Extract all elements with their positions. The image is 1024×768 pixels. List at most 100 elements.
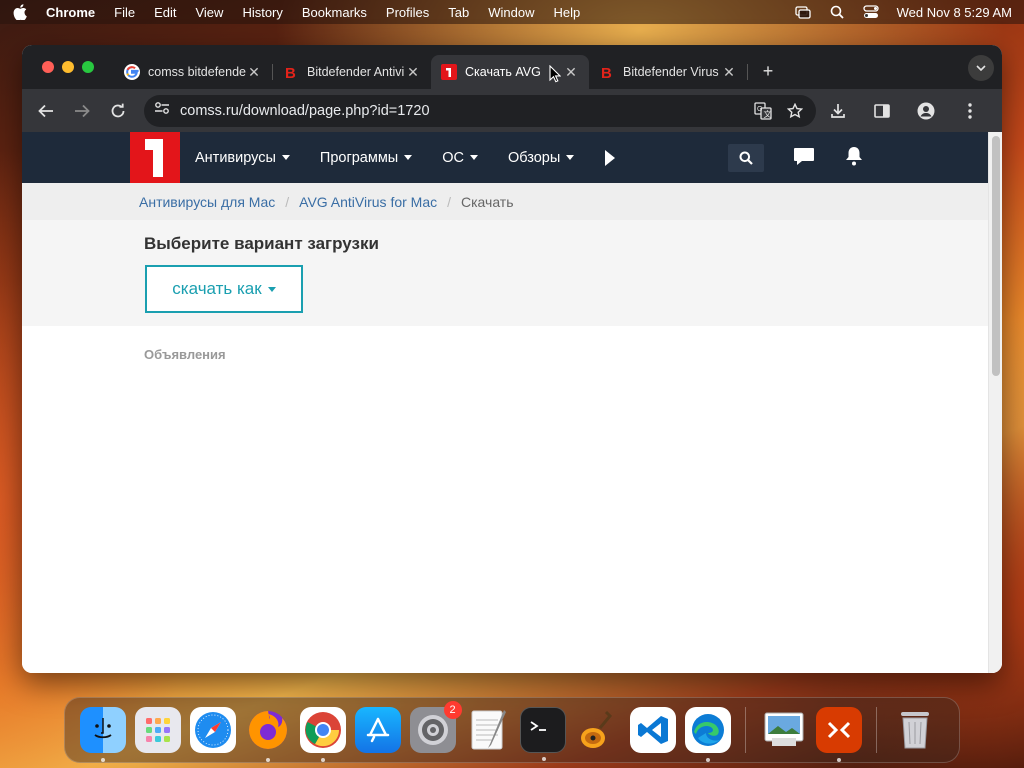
nav-os-label: ОС xyxy=(442,149,464,166)
nav-programs[interactable]: Программы xyxy=(320,150,413,166)
mouse-cursor-icon xyxy=(549,65,561,83)
site-search-button[interactable] xyxy=(728,144,764,172)
menu-app-name[interactable]: Chrome xyxy=(46,5,95,20)
dock-app-store-icon[interactable] xyxy=(354,707,401,753)
tab-bitdefender-virus[interactable]: B Bitdefender Virus ✕ xyxy=(589,55,747,89)
menu-bar: Chrome File Edit View History Bookmarks … xyxy=(0,0,1024,24)
download-heading: Выберите вариант загрузки xyxy=(144,234,379,253)
caret-down-icon xyxy=(469,155,478,160)
close-tab-icon[interactable]: ✕ xyxy=(721,64,737,80)
dock-vscode-icon[interactable] xyxy=(629,707,676,753)
side-panel-icon xyxy=(874,103,890,118)
spotlight-search-icon[interactable] xyxy=(829,5,845,19)
bookmark-star-icon[interactable] xyxy=(784,100,806,122)
bitdefender-icon: B xyxy=(283,64,299,80)
running-indicator xyxy=(705,758,710,762)
dock-safari-icon[interactable] xyxy=(189,707,236,753)
dock-finder-icon[interactable] xyxy=(79,707,126,762)
svg-text:文: 文 xyxy=(764,109,772,119)
breadcrumb-current: Скачать xyxy=(461,193,514,210)
caret-down-icon xyxy=(281,155,290,160)
dock-terminal-icon[interactable] xyxy=(519,707,566,761)
dock-separator xyxy=(876,707,877,753)
dock-edge-icon[interactable] xyxy=(684,707,731,762)
control-center-icon[interactable] xyxy=(862,5,879,19)
back-button[interactable] xyxy=(32,97,60,125)
menu-file[interactable]: File xyxy=(114,5,135,20)
chevron-down-icon xyxy=(976,65,986,71)
search-icon xyxy=(739,151,753,165)
zoom-window-button[interactable] xyxy=(82,61,94,73)
menu-window[interactable]: Window xyxy=(488,5,534,20)
tab-separator xyxy=(747,64,748,80)
tab-bitdefender-antivirus[interactable]: B Bitdefender Antivirus ✕ xyxy=(273,55,431,89)
bitdefender-icon: B xyxy=(599,64,615,80)
tab-search-button[interactable] xyxy=(968,55,994,81)
download-as-button[interactable]: скачать как xyxy=(145,265,303,313)
svg-text:B: B xyxy=(601,65,612,80)
dock-textedit-icon[interactable] xyxy=(465,707,511,753)
dock-firefox-icon[interactable] xyxy=(245,707,291,762)
minimize-window-button[interactable] xyxy=(62,61,74,73)
scrollbar-thumb[interactable] xyxy=(992,136,1000,376)
side-panel-button[interactable] xyxy=(868,97,896,125)
forward-button[interactable] xyxy=(68,97,96,125)
apple-menu-icon[interactable] xyxy=(12,4,28,20)
profile-button[interactable] xyxy=(912,97,940,125)
close-tab-icon[interactable]: ✕ xyxy=(246,64,262,80)
dock-remote-desktop-icon[interactable] xyxy=(815,707,862,762)
dock-launchpad-icon[interactable] xyxy=(134,707,181,753)
menubar-clock[interactable]: Wed Nov 8 5:29 AM xyxy=(897,5,1012,20)
dock-system-settings-icon[interactable]: 2 xyxy=(409,701,462,753)
menu-history[interactable]: History xyxy=(242,5,282,20)
page-scrollbar[interactable] xyxy=(988,132,1002,673)
comss-logo[interactable] xyxy=(130,132,180,183)
menu-help[interactable]: Help xyxy=(554,5,581,20)
nav-reviews[interactable]: Обзоры xyxy=(508,150,575,166)
nav-os[interactable]: ОС xyxy=(442,150,478,166)
dock-garageband-icon[interactable] xyxy=(575,707,621,753)
chrome-window: comss bitdefender ✕ B Bitdefender Antivi… xyxy=(22,45,1002,673)
chat-icon[interactable] xyxy=(793,147,815,167)
translate-icon[interactable]: 文G xyxy=(752,100,774,122)
bell-icon[interactable] xyxy=(845,146,863,166)
running-indicator xyxy=(320,758,325,762)
tab-title: comss bitdefender xyxy=(148,65,246,79)
menu-tab[interactable]: Tab xyxy=(448,5,469,20)
back-arrow-icon xyxy=(38,104,53,117)
nav-more-arrow-icon[interactable] xyxy=(604,149,616,166)
download-icon xyxy=(831,103,845,118)
dock-separator xyxy=(745,707,746,753)
site-navbar: Антивирусы Программы ОС Обзоры xyxy=(22,132,988,183)
breadcrumb-link-mac-antivirus[interactable]: Антивирусы для Mac xyxy=(139,194,275,210)
breadcrumb-link-avg[interactable]: AVG AntiVirus for Mac xyxy=(299,194,437,210)
url-text[interactable]: comss.ru/download/page.php?id=1720 xyxy=(180,103,742,119)
screen-mirroring-icon[interactable] xyxy=(794,5,811,19)
close-tab-icon[interactable]: ✕ xyxy=(563,64,579,80)
close-tab-icon[interactable]: ✕ xyxy=(405,64,421,80)
web-page: Антивирусы Программы ОС Обзоры Антивирус… xyxy=(22,132,1002,673)
nav-antivirus[interactable]: Антивирусы xyxy=(195,150,290,166)
dock-chrome-icon[interactable] xyxy=(299,707,346,762)
new-tab-button[interactable]: + xyxy=(756,61,780,82)
svg-text:G: G xyxy=(757,106,762,113)
tab-comss-bitdefender[interactable]: comss bitdefender ✕ xyxy=(114,55,272,89)
breadcrumb: Антивирусы для Mac / AVG AntiVirus for M… xyxy=(22,183,988,220)
dock-trash-icon[interactable] xyxy=(892,707,938,753)
menu-view[interactable]: View xyxy=(195,5,223,20)
reload-button[interactable] xyxy=(104,97,132,125)
notification-badge: 2 xyxy=(443,701,462,719)
address-bar[interactable]: comss.ru/download/page.php?id=1720 文G xyxy=(144,94,816,127)
dock: 2 xyxy=(64,697,960,763)
menu-profiles[interactable]: Profiles xyxy=(386,5,429,20)
downloads-button[interactable] xyxy=(824,97,852,125)
dock-preview-icon[interactable] xyxy=(761,707,807,753)
site-info-icon[interactable] xyxy=(154,101,170,120)
site-nav-menu: Антивирусы Программы ОС Обзоры xyxy=(195,132,616,183)
menu-bookmarks[interactable]: Bookmarks xyxy=(302,5,367,20)
close-window-button[interactable] xyxy=(42,61,54,73)
tab-skachat-avg[interactable]: Скачать AVG ✕ xyxy=(431,55,589,89)
menu-edit[interactable]: Edit xyxy=(154,5,176,20)
caret-down-icon xyxy=(404,155,413,160)
chrome-menu-button[interactable] xyxy=(956,97,984,125)
